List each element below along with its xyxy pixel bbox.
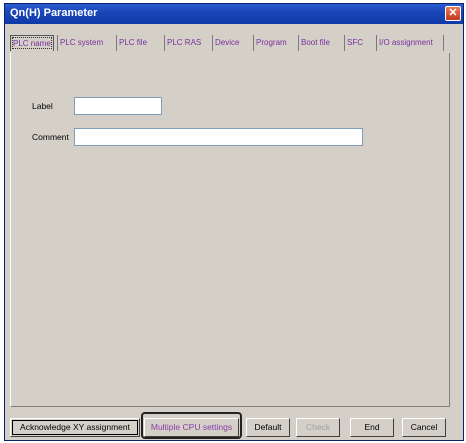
cancel-button[interactable]: Cancel bbox=[402, 418, 446, 437]
close-icon: ✕ bbox=[448, 7, 458, 19]
title-bar[interactable]: Qn(H) Parameter ✕ bbox=[5, 4, 463, 24]
close-button[interactable]: ✕ bbox=[445, 6, 461, 21]
acknowledge-xy-assignment-button[interactable]: Acknowledge XY assignment bbox=[10, 418, 140, 437]
check-button[interactable]: Check bbox=[296, 418, 340, 437]
tab-strip: PLC name PLC system PLC file PLC RAS Dev… bbox=[6, 35, 454, 53]
highlight-frame bbox=[141, 412, 242, 439]
tab-program[interactable]: Program bbox=[253, 35, 295, 51]
tab-plc-file[interactable]: PLC file bbox=[116, 35, 161, 51]
tab-boot-file[interactable]: Boot file bbox=[298, 35, 341, 51]
end-button[interactable]: End bbox=[350, 418, 394, 437]
label-caption: Label bbox=[32, 101, 53, 111]
comment-field[interactable] bbox=[74, 128, 363, 146]
tab-plc-system[interactable]: PLC system bbox=[57, 35, 113, 51]
window-title: Qn(H) Parameter bbox=[10, 7, 98, 19]
tab-panel: Label Comment bbox=[10, 53, 450, 407]
tab-io-assignment[interactable]: I/O assignment bbox=[376, 35, 444, 51]
tab-plc-ras[interactable]: PLC RAS bbox=[164, 35, 210, 51]
comment-caption: Comment bbox=[32, 132, 69, 142]
label-field[interactable] bbox=[74, 97, 162, 115]
tab-device[interactable]: Device bbox=[212, 35, 250, 51]
default-button[interactable]: Default bbox=[246, 418, 290, 437]
tab-sfc[interactable]: SFC bbox=[344, 35, 372, 51]
tab-plc-name[interactable]: PLC name bbox=[10, 35, 54, 51]
